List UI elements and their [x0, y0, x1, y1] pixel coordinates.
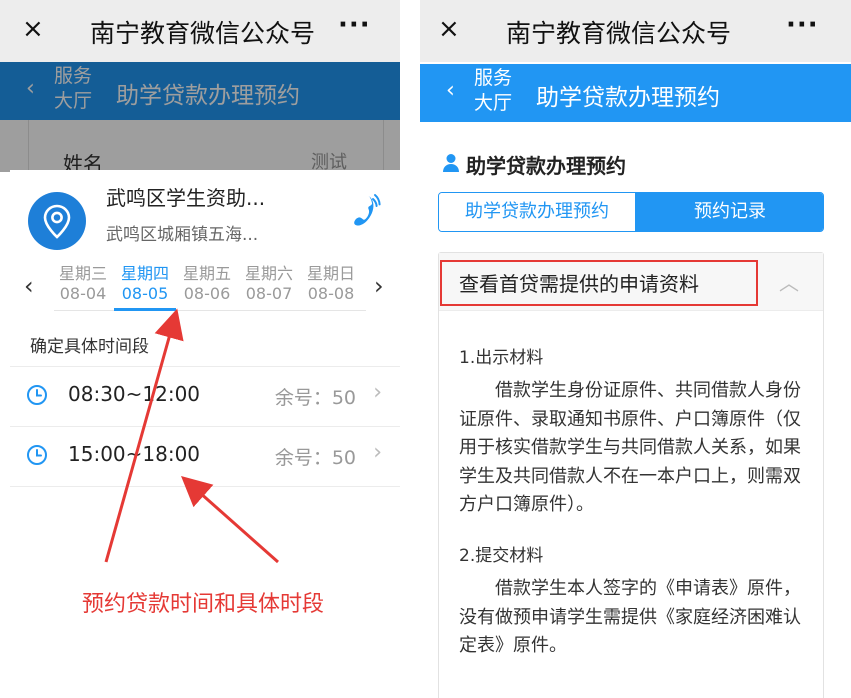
- tab-records[interactable]: 预约记录: [635, 193, 823, 231]
- section-body: 借款学生本人签字的《申请表》原件，没有做预申请学生需提供《家庭经济困难认定表》原…: [459, 578, 801, 656]
- user-icon: [442, 153, 460, 173]
- section-title: 助学贷款办理预约: [466, 154, 626, 178]
- materials-accordion: 查看首贷需提供的申请资料 ︿ 1.出示材料 借款学生身份证原件、共同借款人身份证…: [438, 252, 824, 698]
- tab-group: 助学贷款办理预约 预约记录: [438, 192, 824, 232]
- section-heading: 2.提交材料: [459, 546, 544, 566]
- nav-bar: ‹ 服务 大厅 助学贷款办理预约: [420, 64, 851, 122]
- left-screenshot: × 南宁教育微信公众号 ··· ‹ 服务 大厅 助学贷款办理预约 姓名 测试 武…: [0, 0, 400, 698]
- wechat-account-title: 南宁教育微信公众号: [506, 19, 732, 48]
- tab-apply[interactable]: 助学贷款办理预约: [439, 193, 635, 231]
- annotation-arrows: [104, 308, 279, 564]
- section-heading: 1.出示材料: [459, 348, 544, 368]
- service-hall-link[interactable]: 服务 大厅: [470, 66, 516, 116]
- service-hall-label-line2: 大厅: [473, 92, 512, 114]
- annotation-highlight-box: [440, 260, 758, 306]
- chevron-up-icon[interactable]: ︿: [779, 267, 799, 296]
- right-screenshot: × 南宁教育微信公众号 ··· ‹ 服务 大厅 助学贷款办理预约 助学贷款办理预…: [420, 0, 851, 698]
- close-button[interactable]: ×: [438, 14, 460, 44]
- annotation-arrow-slot: [181, 476, 279, 564]
- service-hall-label-line1: 服务: [473, 67, 512, 89]
- section-body: 借款学生身份证原件、共同借款人身份证原件、录取通知书原件、户口簿原件（仅用于核实…: [459, 380, 801, 515]
- annotation-arrow-date: [104, 308, 184, 563]
- more-options-button[interactable]: ···: [786, 10, 819, 40]
- wechat-top-bar: × 南宁教育微信公众号 ···: [420, 0, 851, 62]
- back-chevron-icon[interactable]: ‹: [446, 78, 455, 103]
- page-title: 助学贷款办理预约: [536, 85, 720, 111]
